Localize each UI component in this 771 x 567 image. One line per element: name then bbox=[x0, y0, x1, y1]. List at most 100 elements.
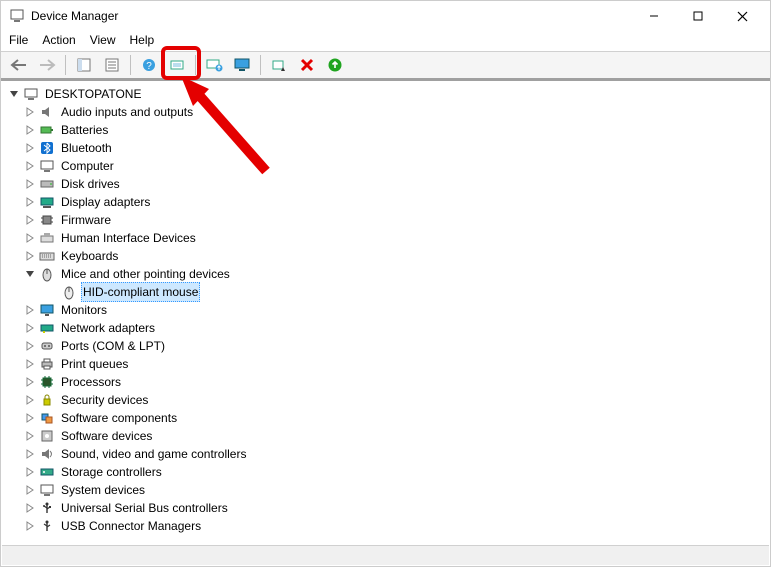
scan-hardware-button[interactable] bbox=[165, 54, 189, 76]
cpu-icon bbox=[39, 374, 55, 390]
menu-action[interactable]: Action bbox=[42, 33, 75, 47]
menubar: File Action View Help bbox=[1, 31, 770, 51]
chevron-right-icon[interactable] bbox=[23, 249, 37, 263]
toolbar-separator bbox=[260, 55, 261, 75]
tree-category-label: Security devices bbox=[59, 391, 150, 409]
maximize-button[interactable] bbox=[676, 1, 720, 31]
tree-category[interactable]: Disk drives bbox=[1, 175, 770, 193]
window-title: Device Manager bbox=[31, 9, 118, 23]
chevron-down-icon[interactable] bbox=[23, 267, 37, 281]
chevron-right-icon[interactable] bbox=[23, 303, 37, 317]
tree-root[interactable]: DESKTOPATONE bbox=[1, 85, 770, 103]
mouse-icon bbox=[61, 284, 77, 300]
chevron-right-icon[interactable] bbox=[23, 159, 37, 173]
back-button[interactable] bbox=[7, 54, 31, 76]
help-button[interactable]: ? bbox=[137, 54, 161, 76]
tree-category[interactable]: Processors bbox=[1, 373, 770, 391]
tree-category-label: Software devices bbox=[59, 427, 154, 445]
chevron-right-icon[interactable] bbox=[23, 195, 37, 209]
menu-view[interactable]: View bbox=[90, 33, 116, 47]
chevron-right-icon[interactable] bbox=[23, 357, 37, 371]
tree-category-label: USB Connector Managers bbox=[59, 517, 203, 535]
toolbar-separator bbox=[65, 55, 66, 75]
chevron-right-icon[interactable] bbox=[23, 375, 37, 389]
chevron-right-icon[interactable] bbox=[23, 447, 37, 461]
tree-category[interactable]: Storage controllers bbox=[1, 463, 770, 481]
tree-category[interactable]: Print queues bbox=[1, 355, 770, 373]
uninstall-device-button[interactable] bbox=[295, 54, 319, 76]
tree-category-label: Software components bbox=[59, 409, 179, 427]
menu-help[interactable]: Help bbox=[130, 33, 155, 47]
chevron-right-icon[interactable] bbox=[23, 105, 37, 119]
chevron-right-icon[interactable] bbox=[23, 483, 37, 497]
chevron-right-icon[interactable] bbox=[23, 141, 37, 155]
tree-category-label: Ports (COM & LPT) bbox=[59, 337, 167, 355]
update-driver-button[interactable] bbox=[202, 54, 226, 76]
tree-device-label: HID-compliant mouse bbox=[81, 282, 200, 302]
statusbar bbox=[2, 545, 769, 565]
tree-category-label: Keyboards bbox=[59, 247, 120, 265]
tree-category[interactable]: Keyboards bbox=[1, 247, 770, 265]
chevron-right-icon[interactable] bbox=[23, 393, 37, 407]
forward-button[interactable] bbox=[35, 54, 59, 76]
tree-root-label: DESKTOPATONE bbox=[43, 85, 143, 103]
tree-category-label: Display adapters bbox=[59, 193, 152, 211]
show-hide-console-tree-button[interactable] bbox=[72, 54, 96, 76]
chevron-right-icon[interactable] bbox=[23, 429, 37, 443]
tree-category[interactable]: Batteries bbox=[1, 121, 770, 139]
tree-category[interactable]: System devices bbox=[1, 481, 770, 499]
tree-category[interactable]: Ports (COM & LPT) bbox=[1, 337, 770, 355]
tree-category-label: Firmware bbox=[59, 211, 113, 229]
tree-category[interactable]: Human Interface Devices bbox=[1, 229, 770, 247]
enable-device-button[interactable] bbox=[323, 54, 347, 76]
titlebar: Device Manager bbox=[1, 1, 770, 31]
tree-category-label: Human Interface Devices bbox=[59, 229, 198, 247]
tree-category[interactable]: Software devices bbox=[1, 427, 770, 445]
minimize-button[interactable] bbox=[632, 1, 676, 31]
tree-category[interactable]: Network adapters bbox=[1, 319, 770, 337]
chevron-right-icon[interactable] bbox=[23, 501, 37, 515]
pc-icon bbox=[39, 158, 55, 174]
tree-category[interactable]: Software components bbox=[1, 409, 770, 427]
tree-category[interactable]: Monitors bbox=[1, 301, 770, 319]
tree-category[interactable]: Bluetooth bbox=[1, 139, 770, 157]
tree-category[interactable]: Security devices bbox=[1, 391, 770, 409]
chevron-down-icon[interactable] bbox=[7, 87, 21, 101]
tree-category[interactable]: Display adapters bbox=[1, 193, 770, 211]
security-icon bbox=[39, 392, 55, 408]
keyboard-icon bbox=[39, 248, 55, 264]
disable-device-button[interactable] bbox=[267, 54, 291, 76]
chevron-right-icon[interactable] bbox=[23, 177, 37, 191]
tree-category[interactable]: Computer bbox=[1, 157, 770, 175]
usb-connector-icon bbox=[39, 518, 55, 534]
display-adapter-icon bbox=[39, 194, 55, 210]
chevron-right-icon[interactable] bbox=[23, 231, 37, 245]
battery-icon bbox=[39, 122, 55, 138]
toolbar: ? bbox=[1, 51, 770, 79]
tree-category[interactable]: USB Connector Managers bbox=[1, 517, 770, 535]
tree-device-hid-mouse[interactable]: HID-compliant mouse bbox=[1, 283, 770, 301]
tree-category[interactable]: Universal Serial Bus controllers bbox=[1, 499, 770, 517]
chevron-right-icon[interactable] bbox=[23, 123, 37, 137]
tree-category[interactable]: Sound, video and game controllers bbox=[1, 445, 770, 463]
monitor-button[interactable] bbox=[230, 54, 254, 76]
tree-category-label: Monitors bbox=[59, 301, 109, 319]
port-icon bbox=[39, 338, 55, 354]
mouse-icon bbox=[39, 266, 55, 282]
tree-category[interactable]: Audio inputs and outputs bbox=[1, 103, 770, 121]
chevron-right-icon[interactable] bbox=[23, 411, 37, 425]
chevron-right-icon[interactable] bbox=[23, 321, 37, 335]
chevron-right-icon[interactable] bbox=[23, 339, 37, 353]
chevron-right-icon[interactable] bbox=[23, 519, 37, 533]
tree-category[interactable]: Firmware bbox=[1, 211, 770, 229]
tree-category-mice[interactable]: Mice and other pointing devices bbox=[1, 265, 770, 283]
chevron-right-icon[interactable] bbox=[23, 213, 37, 227]
menu-file[interactable]: File bbox=[9, 33, 28, 47]
storage-controller-icon bbox=[39, 464, 55, 480]
close-button[interactable] bbox=[720, 1, 764, 31]
chevron-right-icon[interactable] bbox=[23, 465, 37, 479]
tree-category-label: Universal Serial Bus controllers bbox=[59, 499, 230, 517]
device-tree[interactable]: DESKTOPATONE Audio inputs and outputs Ba… bbox=[1, 79, 770, 541]
hid-icon bbox=[39, 230, 55, 246]
properties-button[interactable] bbox=[100, 54, 124, 76]
